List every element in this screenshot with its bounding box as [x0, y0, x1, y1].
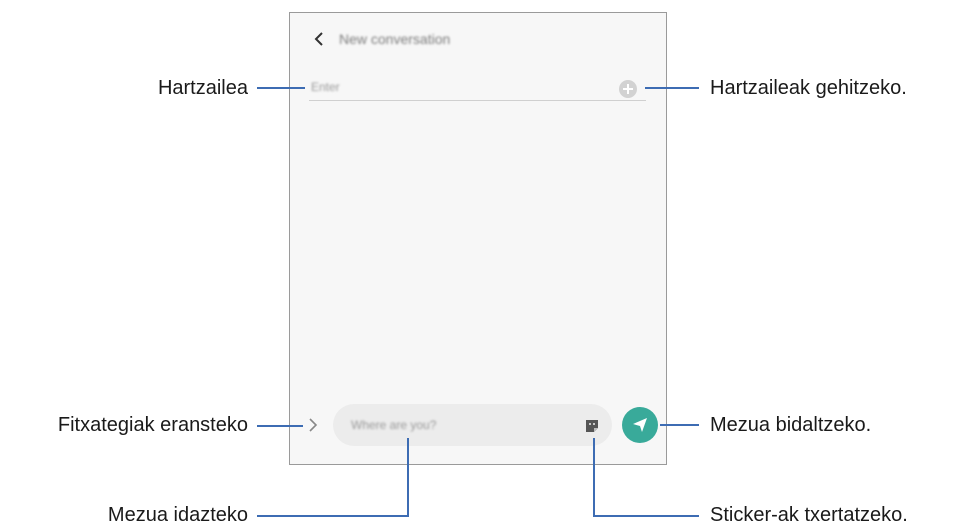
- label-compose-message: Mezua idazteko: [107, 504, 248, 526]
- callout-line-compose-vertical: [407, 438, 409, 517]
- callout-line-compose-horizontal: [257, 515, 409, 517]
- send-icon: [633, 418, 647, 432]
- label-insert-stickers: Sticker-ak txertatzeko.: [710, 504, 908, 526]
- callout-line-attach: [257, 425, 303, 427]
- sticker-icon[interactable]: [584, 418, 600, 434]
- back-icon[interactable]: [312, 30, 326, 48]
- callout-line-add-recipients: [645, 87, 699, 89]
- callout-line-sticker-horizontal: [593, 515, 699, 517]
- recipient-field[interactable]: Enter: [311, 80, 340, 94]
- attach-icon[interactable]: [307, 416, 319, 434]
- screen-title: New conversation: [339, 31, 451, 47]
- callout-line-send: [660, 424, 699, 426]
- phone-screen: [289, 12, 667, 465]
- send-button[interactable]: [622, 407, 658, 443]
- callout-line-recipient: [257, 87, 305, 89]
- recipient-underline: [309, 100, 646, 101]
- label-add-recipients: Hartzaileak gehitzeko.: [710, 77, 907, 99]
- message-placeholder: Where are you?: [351, 418, 437, 432]
- label-attach-files: Fitxategiak eransteko: [57, 414, 248, 436]
- add-recipient-icon[interactable]: [619, 80, 637, 98]
- callout-line-sticker-vertical: [593, 438, 595, 517]
- label-recipient: Hartzailea: [157, 77, 248, 99]
- label-send-message: Mezua bidaltzeko.: [710, 414, 872, 436]
